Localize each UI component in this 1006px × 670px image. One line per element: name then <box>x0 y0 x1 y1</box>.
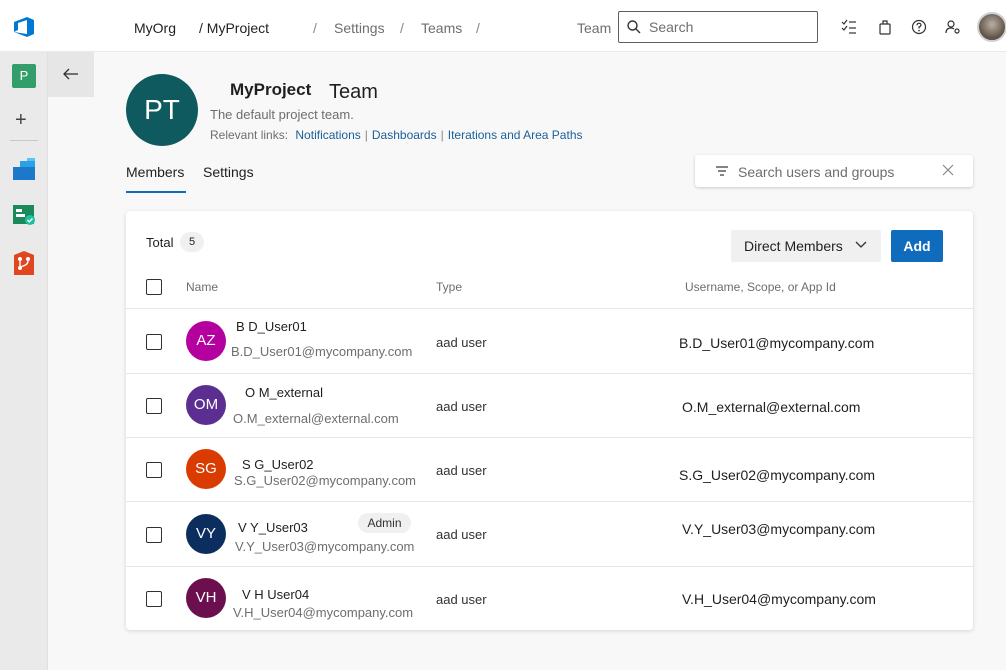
link-divider: | <box>364 128 368 142</box>
search-icon <box>627 20 641 34</box>
member-type: aad user <box>436 335 487 350</box>
project-badge[interactable]: P <box>12 64 36 88</box>
user-search-box[interactable]: Search users and groups <box>695 155 973 187</box>
clear-icon[interactable] <box>942 164 954 176</box>
tab-members[interactable]: Members <box>126 164 184 180</box>
back-arrow-icon[interactable] <box>63 67 79 81</box>
member-username: S.G_User02@mycompany.com <box>679 467 876 483</box>
plus-icon[interactable]: + <box>15 110 27 130</box>
link-notifications[interactable]: Notifications <box>295 128 360 142</box>
avatar: AZ <box>186 321 226 361</box>
admin-badge: Admin <box>358 513 411 533</box>
team-avatar: PT <box>126 74 198 146</box>
member-type: aad user <box>436 592 487 607</box>
add-button[interactable]: Add <box>891 230 943 262</box>
nav-divider <box>10 140 38 141</box>
global-search-input[interactable] <box>649 17 809 37</box>
member-username: O.M_external@external.com <box>682 399 861 415</box>
row-checkbox[interactable] <box>146 527 162 543</box>
user-search-placeholder[interactable]: Search users and groups <box>738 164 894 180</box>
row-divider <box>126 373 973 374</box>
row-checkbox[interactable] <box>146 591 162 607</box>
avatar: VH <box>186 578 226 618</box>
avatar: SG <box>186 449 226 489</box>
filter-icon <box>716 166 728 176</box>
top-bar: MyOrg / MyProject / Settings / Teams / T… <box>0 0 1006 52</box>
row-divider <box>126 437 973 438</box>
member-type: aad user <box>436 463 487 478</box>
direct-members-dropdown[interactable]: Direct Members <box>731 230 881 262</box>
direct-members-label: Direct Members <box>744 238 843 254</box>
avatar: OM <box>186 385 226 425</box>
left-navigation: P + <box>0 52 48 670</box>
member-name: V H User04 <box>242 587 310 602</box>
search-scope-label[interactable]: Team <box>577 20 611 36</box>
member-name: V Y_User03 <box>238 520 308 535</box>
member-email: V.H_User04@mycompany.com <box>233 605 414 620</box>
back-panel <box>48 52 94 97</box>
member-name: O M_external <box>245 385 324 400</box>
link-dashboards[interactable]: Dashboards <box>372 128 437 142</box>
member-name: S G_User02 <box>242 457 314 472</box>
member-email: O.M_external@external.com <box>233 411 399 426</box>
breadcrumb-separator: / <box>313 20 317 36</box>
active-tab-indicator <box>126 191 186 193</box>
chevron-down-icon <box>855 241 867 248</box>
row-divider <box>126 501 973 502</box>
row-checkbox[interactable] <box>146 334 162 350</box>
breadcrumb-settings[interactable]: Settings <box>334 20 385 36</box>
breadcrumb-separator: / <box>400 20 404 36</box>
link-iterations-area-paths[interactable]: Iterations and Area Paths <box>448 128 583 142</box>
member-email: V.Y_User03@mycompany.com <box>235 539 415 554</box>
breadcrumb-teams[interactable]: Teams <box>421 20 462 36</box>
member-username: B.D_User01@mycompany.com <box>679 335 875 351</box>
team-description: The default project team. <box>210 107 354 122</box>
select-all-checkbox[interactable] <box>146 279 162 295</box>
task-list-icon[interactable] <box>841 19 857 35</box>
overview-icon[interactable] <box>12 157 36 181</box>
total-label: Total <box>146 235 174 250</box>
marketplace-bag-icon[interactable] <box>877 19 893 35</box>
row-divider <box>126 308 973 309</box>
relevant-links-label: Relevant links: <box>210 128 289 142</box>
breadcrumb-org[interactable]: MyOrg <box>134 20 176 36</box>
relevant-links: Relevant links: Notifications | Dashboards… <box>210 128 583 142</box>
team-name-suffix: Team <box>329 81 378 103</box>
avatar: VY <box>186 514 226 554</box>
link-divider: | <box>440 128 444 142</box>
column-header-name[interactable]: Name <box>186 280 218 294</box>
member-username: V.Y_User03@mycompany.com <box>682 521 876 537</box>
row-checkbox[interactable] <box>146 462 162 478</box>
user-avatar[interactable] <box>977 12 1006 42</box>
boards-icon[interactable] <box>12 203 36 227</box>
member-username: V.H_User04@mycompany.com <box>682 591 876 607</box>
user-settings-icon[interactable] <box>945 19 961 35</box>
member-email: B.D_User01@mycompany.com <box>231 344 413 359</box>
azure-devops-logo-icon[interactable] <box>12 16 36 38</box>
column-header-username[interactable]: Username, Scope, or App Id <box>685 280 836 294</box>
repos-icon[interactable] <box>12 251 36 275</box>
column-header-type[interactable]: Type <box>436 280 462 294</box>
member-email: S.G_User02@mycompany.com <box>234 473 417 488</box>
member-name: B D_User01 <box>236 319 307 334</box>
members-card: Total 5 Direct Members Add Name Type Use… <box>126 211 973 630</box>
total-count-badge: 5 <box>180 232 204 252</box>
row-checkbox[interactable] <box>146 398 162 414</box>
breadcrumb-project[interactable]: / MyProject <box>199 20 269 36</box>
team-name: MyProject <box>230 80 312 99</box>
breadcrumb-separator: / <box>476 20 480 36</box>
tab-settings[interactable]: Settings <box>203 164 254 180</box>
global-search[interactable] <box>618 11 818 43</box>
member-type: aad user <box>436 527 487 542</box>
help-icon[interactable] <box>911 19 927 35</box>
row-divider <box>126 566 973 567</box>
member-type: aad user <box>436 399 487 414</box>
